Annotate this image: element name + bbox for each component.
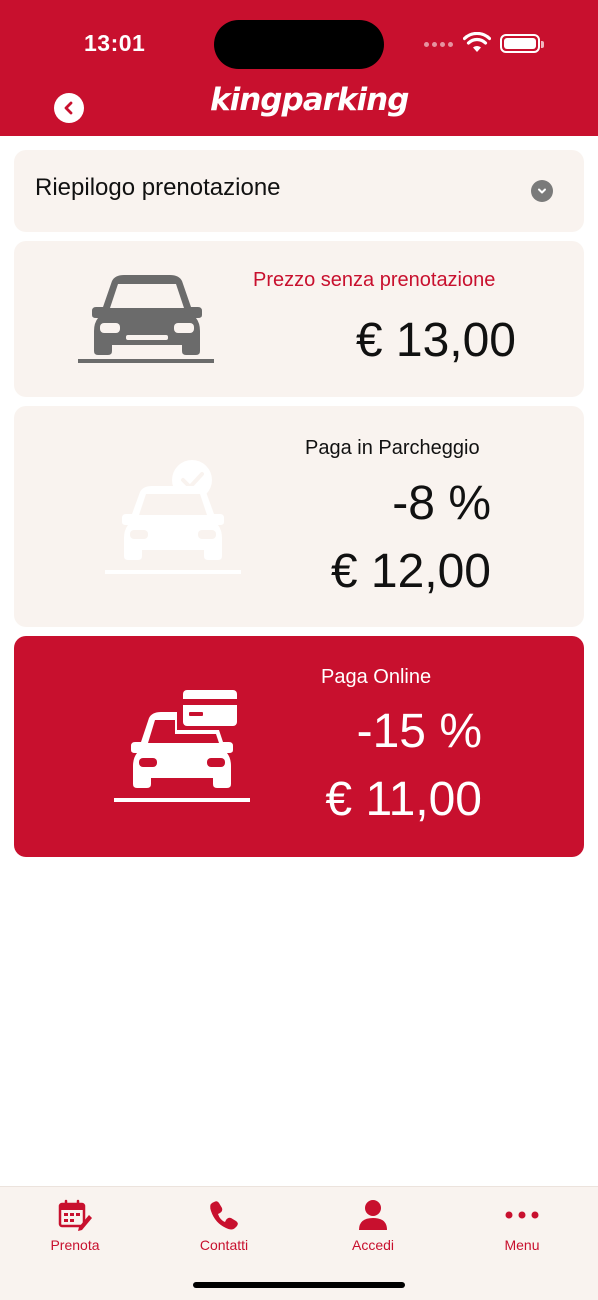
car-icon [78,275,214,363]
pay-at-parking-label: Paga in Parcheggio [305,437,480,459]
pay-at-parking-card[interactable]: Paga in Parcheggio -8 % € 12,00 [14,406,584,627]
chevron-left-icon [64,101,73,115]
home-indicator [193,1282,405,1288]
status-time: 13:01 [84,30,146,56]
nav-label-menu: Menu [504,1237,540,1253]
battery-icon [500,34,544,53]
pay-online-discount: -15 % [356,705,482,758]
pay-at-parking-discount: -8 % [392,477,491,530]
pay-at-parking-price: € 12,00 [330,545,491,598]
price-no-booking-value: € 13,00 [355,314,516,367]
summary-title: Riepilogo prenotazione [35,174,281,201]
pay-online-price: € 11,00 [325,773,482,826]
nav-label-accedi: Accedi [351,1237,395,1253]
nav-label-prenota: Prenota [50,1237,100,1253]
more-dots-icon [505,1211,539,1219]
booking-summary-dropdown[interactable]: Riepilogo prenotazione [14,150,584,232]
kingparking-logo: kingparking [210,82,409,118]
chevron-down-icon [531,180,553,202]
phone-icon [210,1201,238,1230]
user-icon [359,1200,387,1230]
price-no-booking-card: Prezzo senza prenotazione € 13,00 [14,241,584,397]
pay-online-card[interactable]: Paga Online -15 % € 11,00 [14,636,584,857]
signal-icon [424,42,453,47]
price-no-booking-label: Prezzo senza prenotazione [253,269,496,291]
back-button[interactable] [54,93,84,123]
nav-label-contatti: Contatti [199,1237,249,1253]
car-card-icon [114,690,250,802]
dynamic-island [214,20,384,69]
pay-online-label: Paga Online [321,666,432,688]
calendar-edit-icon [58,1199,92,1231]
wifi-icon [463,32,491,52]
app-header: 13:01 kingparking [0,0,598,136]
car-check-icon [105,460,241,574]
